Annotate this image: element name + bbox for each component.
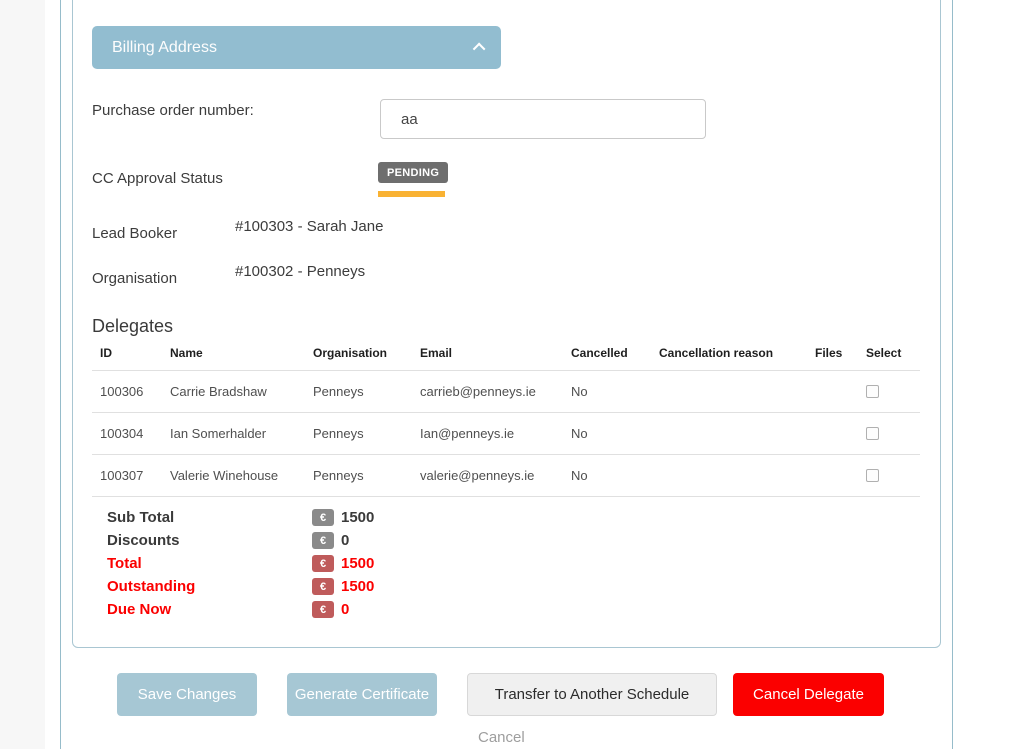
purchase-order-label: Purchase order number: — [92, 102, 254, 119]
organisation-label: Organisation — [92, 270, 177, 287]
delegates-header-row: ID Name Organisation Email Cancelled Can… — [92, 344, 920, 371]
subtotal-row: Sub Total € 1500 — [107, 506, 374, 529]
chevron-up-icon — [473, 43, 486, 56]
delegate-email: carrieb@penneys.ie — [412, 371, 563, 413]
delegate-id: 100304 — [92, 413, 162, 455]
col-header-email: Email — [412, 344, 563, 371]
delegates-heading: Delegates — [92, 316, 173, 337]
cancel-delegate-button[interactable]: Cancel Delegate — [733, 673, 884, 716]
discounts-label: Discounts — [107, 532, 312, 549]
delegate-organisation: Penneys — [305, 413, 412, 455]
col-header-cancelled: Cancelled — [563, 344, 651, 371]
delegate-organisation: Penneys — [305, 455, 412, 497]
outstanding-label: Outstanding — [107, 578, 312, 595]
delegate-cancelled: No — [563, 371, 651, 413]
euro-icon: € — [312, 532, 334, 549]
delegate-cancellation-reason — [651, 371, 807, 413]
due-now-label: Due Now — [107, 601, 312, 618]
billing-address-title: Billing Address — [112, 39, 217, 57]
euro-icon: € — [312, 555, 334, 572]
delegate-select-checkbox[interactable] — [866, 385, 879, 398]
page-gutter — [0, 0, 45, 749]
euro-icon: € — [312, 509, 334, 526]
save-changes-button[interactable]: Save Changes — [117, 673, 257, 716]
col-header-select: Select — [858, 344, 920, 371]
outer-panel-border-right — [952, 0, 953, 749]
euro-icon: € — [312, 601, 334, 618]
col-header-cancellation-reason: Cancellation reason — [651, 344, 807, 371]
delegate-files — [807, 371, 858, 413]
delegate-name: Valerie Winehouse — [162, 455, 305, 497]
delegate-email: valerie@penneys.ie — [412, 455, 563, 497]
due-now-value: 0 — [341, 601, 349, 618]
delegate-select-checkbox[interactable] — [866, 427, 879, 440]
delegate-id: 100306 — [92, 371, 162, 413]
delegate-select-checkbox[interactable] — [866, 469, 879, 482]
subtotal-label: Sub Total — [107, 509, 312, 526]
col-header-organisation: Organisation — [305, 344, 412, 371]
delegate-files — [807, 413, 858, 455]
outstanding-row: Outstanding € 1500 — [107, 575, 374, 598]
delegates-table: ID Name Organisation Email Cancelled Can… — [92, 344, 920, 497]
billing-address-section-toggle[interactable]: Billing Address — [92, 26, 501, 69]
delegate-cancellation-reason — [651, 413, 807, 455]
delegate-cancelled: No — [563, 413, 651, 455]
transfer-schedule-button[interactable]: Transfer to Another Schedule — [467, 673, 717, 716]
outer-panel-border-left — [60, 0, 61, 749]
cc-approval-status-badge: PENDING — [378, 162, 448, 183]
total-label: Total — [107, 555, 312, 572]
col-header-files: Files — [807, 344, 858, 371]
outstanding-value: 1500 — [341, 578, 374, 595]
euro-icon: € — [312, 578, 334, 595]
total-value: 1500 — [341, 555, 374, 572]
delegate-cancelled: No — [563, 455, 651, 497]
delegate-name: Ian Somerhalder — [162, 413, 305, 455]
generate-certificate-button[interactable]: Generate Certificate — [287, 673, 437, 716]
delegate-row: 100306 Carrie Bradshaw Penneys carrieb@p… — [92, 371, 920, 413]
cc-approval-status-underline — [378, 191, 445, 197]
total-row: Total € 1500 — [107, 552, 374, 575]
lead-booker-label: Lead Booker — [92, 225, 177, 242]
due-now-row: Due Now € 0 — [107, 598, 374, 621]
discounts-value: 0 — [341, 532, 349, 549]
col-header-id: ID — [92, 344, 162, 371]
lead-booker-value: #100303 - Sarah Jane — [235, 218, 383, 235]
totals-summary: Sub Total € 1500 Discounts € 0 Total € 1… — [107, 506, 374, 621]
cancel-link[interactable]: Cancel — [478, 729, 525, 746]
delegate-email: Ian@penneys.ie — [412, 413, 563, 455]
discounts-row: Discounts € 0 — [107, 529, 374, 552]
col-header-name: Name — [162, 344, 305, 371]
purchase-order-input[interactable] — [380, 99, 706, 139]
subtotal-value: 1500 — [341, 509, 374, 526]
delegate-row: 100304 Ian Somerhalder Penneys Ian@penne… — [92, 413, 920, 455]
delegate-row: 100307 Valerie Winehouse Penneys valerie… — [92, 455, 920, 497]
delegate-files — [807, 455, 858, 497]
delegate-cancellation-reason — [651, 455, 807, 497]
delegate-name: Carrie Bradshaw — [162, 371, 305, 413]
delegate-id: 100307 — [92, 455, 162, 497]
delegate-organisation: Penneys — [305, 371, 412, 413]
page: Billing Address Purchase order number: C… — [0, 0, 1019, 749]
organisation-value: #100302 - Penneys — [235, 263, 365, 280]
cc-approval-label: CC Approval Status — [92, 170, 223, 187]
